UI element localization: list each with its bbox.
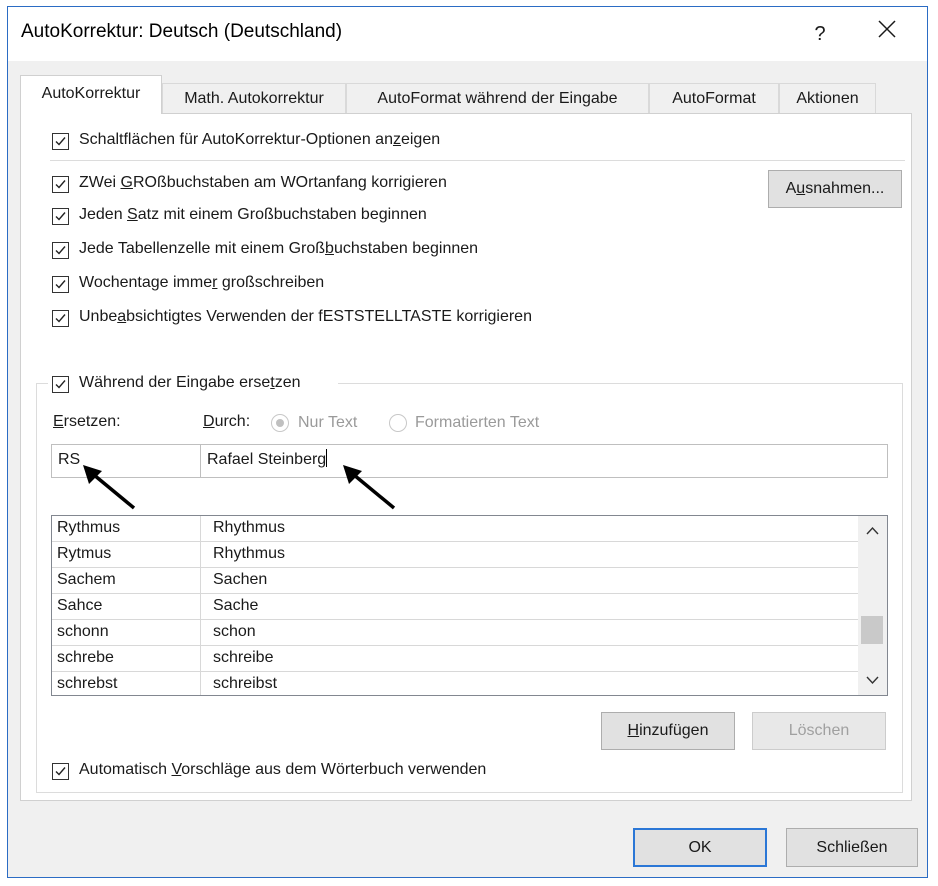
sentence-caps-checkbox[interactable] <box>52 208 69 225</box>
scrollbar-thumb[interactable] <box>861 616 883 644</box>
list-item[interactable]: Rytmus Rhythmus <box>52 542 858 568</box>
plain-text-label: Nur Text <box>298 414 358 431</box>
list-scrollbar[interactable] <box>858 516 887 695</box>
checkmark-icon <box>55 280 66 289</box>
capslock-label: Unbeabsichtigtes Verwenden der fESTSTELL… <box>79 308 532 325</box>
pointer-arrow-icon <box>343 465 396 510</box>
tab-autoformat-eingabe[interactable]: AutoFormat während der Eingabe <box>346 83 649 113</box>
checkmark-icon <box>55 246 66 255</box>
checkmark-icon <box>55 137 66 146</box>
exceptions-button[interactable]: Ausnahmen... <box>768 170 902 208</box>
list-item[interactable]: schonn schon <box>52 620 858 646</box>
list-item[interactable]: Rythmus Rhythmus <box>52 516 858 542</box>
sentence-caps-label: Jeden Satz mit einem Großbuchstaben begi… <box>79 206 427 223</box>
weekdays-label: Wochentage immer großschreiben <box>79 274 325 291</box>
tab-autokorrektur[interactable]: AutoKorrektur <box>20 75 162 114</box>
capslock-checkbox[interactable] <box>52 310 69 327</box>
checkmark-icon <box>55 380 66 389</box>
autocorrect-entries-list[interactable]: Rythmus Rhythmus Rytmus Rhythmus Sachem Sac… <box>51 515 888 696</box>
close-button[interactable]: Schließen <box>786 828 918 867</box>
checkmark-icon <box>55 212 66 221</box>
formatted-text-radio[interactable] <box>389 414 407 432</box>
dictionary-suggestions-checkbox[interactable] <box>52 763 69 780</box>
checkmark-icon <box>55 314 66 323</box>
dialog-title: AutoKorrektur: Deutsch (Deutschland) <box>21 21 343 42</box>
table-cell-caps-label: Jede Tabellenzelle mit einem Großbuchsta… <box>79 240 479 257</box>
list-item[interactable]: Sachem Sachen <box>52 568 858 594</box>
tab-autoformat[interactable]: AutoFormat <box>649 83 779 113</box>
replace-while-typing-checkbox[interactable] <box>52 376 69 393</box>
replace-label: Ersetzen: <box>53 413 121 430</box>
plain-text-radio[interactable] <box>271 414 289 432</box>
show-buttons-checkbox[interactable] <box>52 133 69 150</box>
checkmark-icon <box>55 767 66 776</box>
add-button[interactable]: Hinzufügen <box>601 712 735 750</box>
two-caps-label: ZWei GROßbuchstaben am WOrtanfang korrig… <box>79 174 447 191</box>
formatted-text-label: Formatierten Text <box>415 414 540 431</box>
list-item[interactable]: schrebst schreibst <box>52 672 858 695</box>
pointer-arrow-icon <box>83 465 136 510</box>
checkmark-icon <box>55 180 66 189</box>
with-input[interactable]: Rafael Steinberg <box>200 444 888 478</box>
show-buttons-label: Schaltflächen für AutoKorrektur-Optionen… <box>79 131 441 148</box>
list-item[interactable]: Sahce Sache <box>52 594 858 620</box>
chevron-down-icon[interactable] <box>866 676 879 685</box>
replace-while-typing-label: Während der Eingabe ersetzen <box>79 374 301 391</box>
list-item[interactable]: schrebe schreibe <box>52 646 858 672</box>
close-icon[interactable] <box>870 17 904 51</box>
separator <box>50 160 905 161</box>
table-cell-caps-checkbox[interactable] <box>52 242 69 259</box>
two-caps-checkbox[interactable] <box>52 176 69 193</box>
weekdays-checkbox[interactable] <box>52 276 69 293</box>
ok-button[interactable]: OK <box>633 828 767 867</box>
chevron-up-icon[interactable] <box>866 526 879 535</box>
with-label: Durch: <box>203 413 251 430</box>
help-button[interactable]: ? <box>803 17 837 51</box>
tab-math-autokorrektur[interactable]: Math. Autokorrektur <box>162 83 346 113</box>
delete-button[interactable]: Löschen <box>752 712 886 750</box>
title-bar: AutoKorrektur: Deutsch (Deutschland) ? <box>8 7 927 61</box>
dictionary-suggestions-label: Automatisch Vorschläge aus dem Wörterbuc… <box>79 761 487 778</box>
tab-aktionen[interactable]: Aktionen <box>779 83 876 113</box>
